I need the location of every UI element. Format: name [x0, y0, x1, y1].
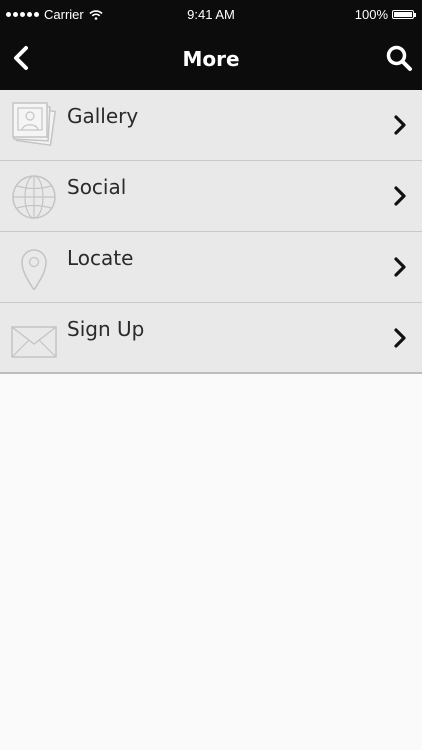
status-bar: Carrier 9:41 AM 100% — [0, 0, 422, 28]
battery-icon — [392, 10, 416, 19]
search-button[interactable] — [384, 43, 414, 73]
menu-list: Gallery Social Locate Sign Up — [0, 90, 422, 374]
menu-item-label: Locate — [67, 246, 134, 270]
battery-percent: 100% — [354, 7, 388, 22]
navigation-bar: More — [0, 28, 422, 90]
page-title: More — [182, 47, 240, 71]
menu-item-label: Gallery — [67, 104, 139, 128]
chevron-right-icon — [394, 328, 406, 348]
globe-icon — [12, 175, 56, 219]
chevron-right-icon — [394, 257, 406, 277]
menu-item-social[interactable]: Social — [0, 161, 422, 232]
menu-item-label: Sign Up — [67, 317, 145, 341]
chevron-right-icon — [394, 186, 406, 206]
envelope-icon — [11, 326, 57, 358]
chevron-right-icon — [394, 115, 406, 135]
menu-item-label: Social — [67, 175, 127, 199]
status-right: 100% — [354, 7, 416, 22]
menu-item-gallery[interactable]: Gallery — [0, 90, 422, 161]
location-pin-icon — [21, 249, 47, 290]
menu-item-sign-up[interactable]: Sign Up — [0, 303, 422, 374]
gallery-icon — [12, 102, 57, 147]
menu-item-locate[interactable]: Locate — [0, 232, 422, 303]
